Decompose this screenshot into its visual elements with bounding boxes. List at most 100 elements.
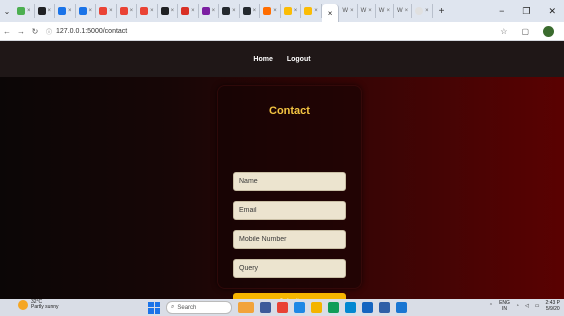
browser-tab[interactable]: × bbox=[178, 4, 199, 18]
close-window-icon[interactable]: ✕ bbox=[548, 6, 556, 17]
window-controls: − ❐ ✕ bbox=[499, 0, 564, 22]
store-icon[interactable] bbox=[345, 302, 356, 313]
contact-form-card: Contact Submit bbox=[217, 85, 362, 311]
browser-actions: ☆ ▢ bbox=[500, 22, 554, 40]
browser-tab[interactable]: W × bbox=[339, 4, 358, 18]
profile-avatar-icon[interactable] bbox=[543, 25, 554, 37]
browser-tab[interactable]: × bbox=[240, 4, 261, 18]
browser-tab[interactable]: W × bbox=[394, 4, 413, 18]
tab-close-icon[interactable]: × bbox=[191, 8, 195, 14]
tab-favicon-icon bbox=[78, 7, 87, 15]
task-view-icon[interactable] bbox=[260, 302, 271, 313]
taskbar-search-box[interactable]: ⌕ Search bbox=[166, 301, 232, 314]
battery-icon[interactable]: ▭ bbox=[535, 303, 540, 309]
query-field[interactable] bbox=[233, 259, 346, 278]
start-icon[interactable] bbox=[148, 301, 160, 314]
back-icon[interactable]: ← bbox=[0, 27, 14, 36]
nav-home-link[interactable]: Home bbox=[253, 56, 272, 63]
tab-close-icon[interactable]: × bbox=[89, 8, 93, 14]
email-field[interactable] bbox=[233, 201, 346, 220]
tab-close-icon[interactable]: × bbox=[405, 8, 409, 14]
nav-logout-link[interactable]: Logout bbox=[287, 56, 311, 63]
tab-close-icon[interactable]: × bbox=[328, 9, 333, 18]
language-indicator[interactable]: ENG IN bbox=[499, 300, 510, 312]
browser-tab[interactable]: × bbox=[117, 4, 138, 18]
new-tab-button[interactable]: + bbox=[439, 6, 445, 17]
tab-close-icon[interactable]: × bbox=[171, 8, 175, 14]
tab-favicon-icon bbox=[304, 7, 313, 15]
wifi-icon[interactable]: ◔ bbox=[516, 303, 519, 309]
page-viewport: Home Logout Contact Submit bbox=[0, 41, 564, 311]
tab-favicon-icon bbox=[160, 7, 169, 15]
minimize-icon[interactable]: − bbox=[499, 6, 504, 16]
tab-favicon-icon bbox=[37, 7, 46, 15]
file-explorer-icon[interactable] bbox=[311, 302, 322, 313]
browser-tab[interactable]: × bbox=[281, 4, 302, 18]
tab-close-icon[interactable]: × bbox=[130, 8, 134, 14]
tab-close-icon[interactable]: × bbox=[294, 8, 298, 14]
browser-tab[interactable]: × bbox=[260, 4, 281, 18]
tab-close-icon[interactable]: × bbox=[314, 8, 318, 14]
bookmark-star-icon[interactable]: ☆ bbox=[500, 27, 507, 36]
tray-chevron-icon[interactable]: ⌃ bbox=[489, 303, 493, 309]
browser-tab[interactable]: W × bbox=[358, 4, 376, 18]
tab-label: W bbox=[396, 8, 403, 14]
tab-favicon-icon bbox=[283, 7, 292, 15]
tab-close-icon[interactable]: × bbox=[386, 8, 390, 14]
tab-close-icon[interactable]: × bbox=[48, 8, 52, 14]
tab-search-icon[interactable]: ⌄ bbox=[0, 0, 14, 22]
browser-tab[interactable]: W × bbox=[376, 4, 394, 18]
browser-tab[interactable]: × bbox=[55, 4, 76, 18]
tab-close-icon[interactable]: × bbox=[425, 8, 429, 14]
tab-close-icon[interactable]: × bbox=[232, 8, 236, 14]
site-info-icon[interactable]: ⓘ bbox=[46, 27, 52, 36]
browser-tab[interactable]: × bbox=[76, 4, 97, 18]
tab-close-icon[interactable]: × bbox=[27, 8, 31, 14]
tab-favicon-icon bbox=[415, 7, 424, 15]
weather-widget[interactable]: 32°C Partly sunny bbox=[18, 300, 59, 310]
browser-tab[interactable]: × bbox=[35, 4, 56, 18]
tab-close-icon[interactable]: × bbox=[253, 8, 257, 14]
name-field[interactable] bbox=[233, 172, 346, 191]
tab-label: W bbox=[342, 8, 349, 14]
tab-close-icon[interactable]: × bbox=[212, 8, 216, 14]
url-text: 127.0.0.1:5000/contact bbox=[56, 27, 128, 35]
mobile-number-field[interactable] bbox=[233, 230, 346, 249]
tab-close-icon[interactable]: × bbox=[68, 8, 72, 14]
tab-close-icon[interactable]: × bbox=[350, 8, 354, 14]
tab-close-icon[interactable]: × bbox=[150, 8, 154, 14]
clock[interactable]: 2:43 P 5/9/20 bbox=[546, 300, 560, 312]
browser-tab-strip: ⌄ × × × × × × × × × × × × × × × × W × W × … bbox=[0, 0, 564, 22]
maximize-icon[interactable]: ❐ bbox=[522, 6, 530, 17]
reload-icon[interactable]: ↻ bbox=[28, 27, 42, 36]
tab-close-icon[interactable]: × bbox=[273, 8, 277, 14]
tab-favicon-icon bbox=[201, 7, 210, 15]
browser-tab[interactable]: × bbox=[14, 4, 35, 18]
tab-close-icon[interactable]: × bbox=[368, 8, 372, 14]
forward-icon[interactable]: → bbox=[14, 27, 28, 36]
browser-tab[interactable]: × bbox=[412, 4, 433, 18]
browser-tab[interactable]: × bbox=[137, 4, 158, 18]
browser-tab[interactable]: × bbox=[219, 4, 240, 18]
terminal-icon[interactable] bbox=[379, 302, 390, 313]
widget-app-icon[interactable] bbox=[238, 302, 254, 313]
url-field[interactable]: ⓘ 127.0.0.1:5000/contact bbox=[46, 27, 127, 36]
weather-sun-icon bbox=[18, 300, 28, 310]
app-icon[interactable] bbox=[328, 302, 339, 313]
browser-tab[interactable]: × bbox=[96, 4, 117, 18]
mail-icon[interactable] bbox=[362, 302, 373, 313]
tab-favicon-icon bbox=[58, 7, 67, 15]
browser-tab[interactable]: × bbox=[301, 4, 322, 18]
browser-tab[interactable]: × bbox=[199, 4, 220, 18]
contact-title: Contact bbox=[269, 105, 310, 117]
vscode-icon[interactable] bbox=[396, 302, 407, 313]
volume-icon[interactable]: ◁ bbox=[525, 303, 529, 309]
edge-icon[interactable] bbox=[294, 302, 305, 313]
os-taskbar: 32°C Partly sunny ⌕ Search ⌃ ENG IN ◔ ◁ … bbox=[0, 299, 564, 316]
browser-tab[interactable]: × bbox=[158, 4, 179, 18]
chrome-icon[interactable] bbox=[277, 302, 288, 313]
side-panel-icon[interactable]: ▢ bbox=[521, 27, 529, 36]
tab-label: W bbox=[360, 8, 367, 14]
tab-close-icon[interactable]: × bbox=[109, 8, 113, 14]
browser-tab-active[interactable]: × bbox=[321, 4, 340, 22]
